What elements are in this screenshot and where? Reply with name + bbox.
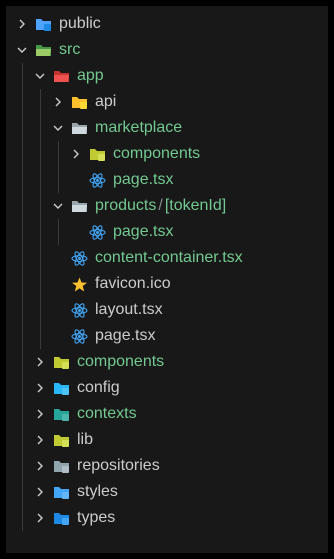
folder-components-icon xyxy=(52,349,70,375)
folder-components-icon xyxy=(88,141,106,167)
folder-config-icon xyxy=(52,375,70,401)
folder-item-public[interactable]: public xyxy=(6,11,328,37)
tree-item-label: components xyxy=(113,145,201,162)
tree-item-label: lib xyxy=(77,431,94,448)
tree-item-label: public xyxy=(59,15,101,32)
tree-item-label: favicon.ico xyxy=(95,275,171,292)
chevron-right-icon[interactable] xyxy=(68,141,84,167)
tree-item-label: components xyxy=(77,353,165,370)
folder-item-styles[interactable]: styles xyxy=(6,479,328,505)
folder-app-icon xyxy=(52,63,70,89)
folder-lib-icon xyxy=(52,427,70,453)
compact-folder-separator: / xyxy=(158,197,163,214)
chevron-right-icon[interactable] xyxy=(32,479,48,505)
file-item-layout-tsx[interactable]: layout.tsx xyxy=(6,297,328,323)
chevron-right-icon[interactable] xyxy=(32,349,48,375)
indent-guide xyxy=(22,63,23,531)
file-explorer-panel: public src app api marketplace components page… xyxy=(6,6,328,553)
folder-item-config[interactable]: config xyxy=(6,375,328,401)
file-item-page-tsx[interactable]: page.tsx xyxy=(6,219,328,245)
file-item-favicon-ico[interactable]: favicon.ico xyxy=(6,271,328,297)
tree-item-label: api xyxy=(95,93,117,110)
tree-item-label: products xyxy=(95,197,157,214)
chevron-right-icon[interactable] xyxy=(32,505,48,531)
folder-item-types[interactable]: types xyxy=(6,505,328,531)
react-icon xyxy=(88,167,106,193)
folder-item-components[interactable]: components xyxy=(6,349,328,375)
folder-item-components[interactable]: components xyxy=(6,141,328,167)
folder-item-lib[interactable]: lib xyxy=(6,427,328,453)
tree-item-label: contexts xyxy=(77,405,137,422)
folder-icon xyxy=(52,453,70,479)
tree-item-label: content-container.tsx xyxy=(95,249,243,266)
folder-item-contexts[interactable]: contexts xyxy=(6,401,328,427)
tree-item-label: page.tsx xyxy=(95,327,156,344)
chevron-down-icon[interactable] xyxy=(50,193,66,219)
folder-open-icon xyxy=(70,115,88,141)
folder-item-app[interactable]: app xyxy=(6,63,328,89)
react-icon xyxy=(70,245,88,271)
folder-item-repositories[interactable]: repositories xyxy=(6,453,328,479)
chevron-down-icon[interactable] xyxy=(14,37,30,63)
tree-item-label: types xyxy=(77,509,116,526)
folder-types-icon xyxy=(52,505,70,531)
folder-public-icon xyxy=(34,11,52,37)
file-item-page-tsx[interactable]: page.tsx xyxy=(6,323,328,349)
tree-item-label: styles xyxy=(77,483,118,500)
folder-item-products[interactable]: products / [tokenId] xyxy=(6,193,328,219)
folder-styles-icon xyxy=(52,479,70,505)
folder-src-icon xyxy=(34,37,52,63)
tree-item-label: page.tsx xyxy=(113,171,174,188)
tree-item-label: repositories xyxy=(77,457,160,474)
folder-item-api[interactable]: api xyxy=(6,89,328,115)
folder-contexts-icon xyxy=(52,401,70,427)
chevron-right-icon[interactable] xyxy=(32,453,48,479)
react-icon xyxy=(70,297,88,323)
compact-folder-label[interactable]: [tokenId] xyxy=(165,193,226,219)
tree-item-label: config xyxy=(77,379,120,396)
tree-item-label: page.tsx xyxy=(113,223,174,240)
chevron-right-icon[interactable] xyxy=(32,427,48,453)
react-icon xyxy=(88,219,106,245)
chevron-down-icon[interactable] xyxy=(50,115,66,141)
tree-item-label: layout.tsx xyxy=(95,301,163,318)
chevron-right-icon[interactable] xyxy=(32,375,48,401)
tree-item-label: marketplace xyxy=(95,119,183,136)
chevron-right-icon[interactable] xyxy=(32,401,48,427)
folder-item-marketplace[interactable]: marketplace xyxy=(6,115,328,141)
chevron-down-icon[interactable] xyxy=(32,63,48,89)
folder-api-icon xyxy=(70,89,88,115)
tree-item-label: src xyxy=(59,41,81,58)
star-icon xyxy=(70,271,88,297)
file-item-page-tsx[interactable]: page.tsx xyxy=(6,167,328,193)
chevron-right-icon[interactable] xyxy=(50,89,66,115)
folder-open-icon xyxy=(70,193,88,219)
react-icon xyxy=(70,323,88,349)
indent-guide xyxy=(58,219,59,245)
tree-item-label: app xyxy=(77,67,104,84)
file-item-content-container-tsx[interactable]: content-container.tsx xyxy=(6,245,328,271)
indent-guide xyxy=(40,89,41,349)
chevron-right-icon[interactable] xyxy=(14,11,30,37)
indent-guide xyxy=(58,141,59,193)
folder-item-src[interactable]: src xyxy=(6,37,328,63)
